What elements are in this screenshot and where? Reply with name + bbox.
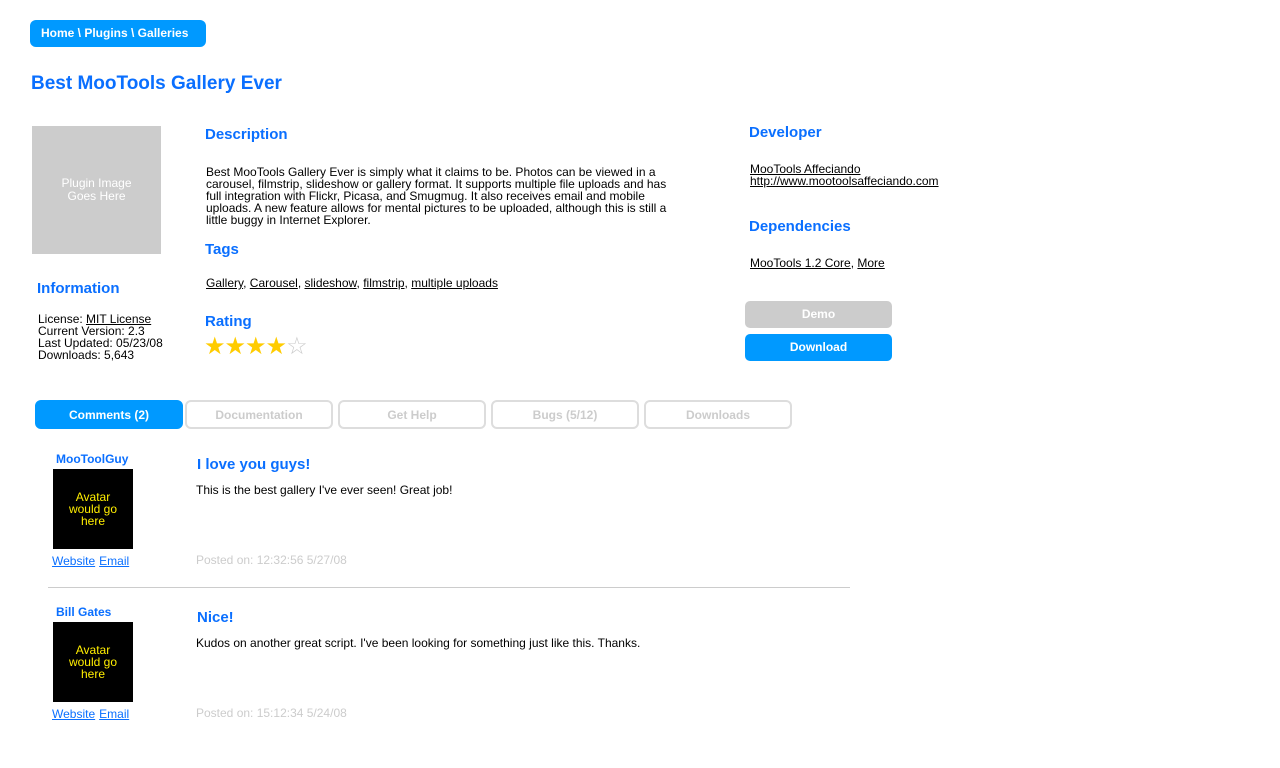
download-count: Downloads: 5,643 bbox=[38, 348, 135, 362]
tags-list: Gallery, Carousel, slideshow, filmstrip,… bbox=[206, 276, 498, 290]
comment-timestamp: Posted on: 15:12:34 5/24/08 bbox=[196, 706, 347, 720]
tag-link[interactable]: slideshow bbox=[305, 276, 357, 290]
star-filled-icon[interactable]: ★ bbox=[266, 333, 287, 360]
tags-heading: Tags bbox=[205, 241, 239, 258]
information-list: License: MIT License Current Version: 2.… bbox=[38, 313, 163, 361]
tab-bugs[interactable]: Bugs (5/12) bbox=[491, 400, 639, 429]
tag-link[interactable]: Carousel bbox=[250, 276, 298, 290]
avatar: Avatar would go here bbox=[53, 469, 133, 549]
author-email-link[interactable]: Email bbox=[99, 554, 129, 568]
tab-get-help[interactable]: Get Help bbox=[338, 400, 486, 429]
avatar-placeholder-text: Avatar would go here bbox=[68, 643, 118, 681]
star-empty-icon[interactable]: ☆ bbox=[286, 333, 307, 360]
developer-info: MooTools Affeciando http://www.mootoolsa… bbox=[750, 163, 939, 187]
developer-url-link[interactable]: http://www.mootoolsaffeciando.com bbox=[750, 175, 939, 187]
breadcrumb[interactable]: Home \ Plugins \ Galleries bbox=[30, 20, 206, 47]
dependencies-list: MooTools 1.2 Core, More bbox=[750, 256, 885, 270]
comment-author[interactable]: MooToolGuy bbox=[56, 452, 128, 466]
developer-heading: Developer bbox=[749, 124, 822, 141]
star-filled-icon[interactable]: ★ bbox=[225, 333, 246, 360]
rating-heading: Rating bbox=[205, 313, 252, 330]
author-website-link[interactable]: Website bbox=[52, 707, 95, 721]
description-heading: Description bbox=[205, 126, 288, 143]
avatar: Avatar would go here bbox=[53, 622, 133, 702]
plugin-image-label: Plugin Image Goes Here bbox=[61, 176, 132, 203]
comment-body: Kudos on another great script. I've been… bbox=[196, 636, 641, 650]
tag-link[interactable]: filmstrip bbox=[363, 276, 404, 290]
star-filled-icon[interactable]: ★ bbox=[245, 333, 266, 360]
tag-link[interactable]: multiple uploads bbox=[411, 276, 498, 290]
avatar-placeholder-text: Avatar would go here bbox=[68, 490, 118, 528]
page-title: Best MooTools Gallery Ever bbox=[31, 73, 282, 94]
information-heading: Information bbox=[37, 280, 120, 297]
comment-title: Nice! bbox=[197, 609, 234, 626]
star-filled-icon[interactable]: ★ bbox=[204, 333, 225, 360]
tab-downloads[interactable]: Downloads bbox=[644, 400, 792, 429]
dependencies-heading: Dependencies bbox=[749, 218, 851, 235]
author-email-link[interactable]: Email bbox=[99, 707, 129, 721]
comment-author[interactable]: Bill Gates bbox=[56, 605, 111, 619]
comment-divider bbox=[48, 587, 850, 588]
rating-stars[interactable]: ★★★★☆ bbox=[204, 333, 308, 360]
description-text: Best MooTools Gallery Ever is simply wha… bbox=[206, 165, 667, 227]
tag-link[interactable]: Gallery bbox=[206, 276, 243, 290]
comment-timestamp: Posted on: 12:32:56 5/27/08 bbox=[196, 553, 347, 567]
author-website-link[interactable]: Website bbox=[52, 554, 95, 568]
comment-author-links: Website Email bbox=[52, 707, 133, 721]
demo-button[interactable]: Demo bbox=[745, 301, 892, 328]
comment-author-links: Website Email bbox=[52, 554, 133, 568]
plugin-image: Plugin Image Goes Here bbox=[32, 126, 161, 254]
tab-comments[interactable]: Comments (2) bbox=[35, 400, 183, 429]
comment-title: I love you guys! bbox=[197, 456, 311, 473]
tab-documentation[interactable]: Documentation bbox=[185, 400, 333, 429]
dependency-link[interactable]: MooTools 1.2 Core bbox=[750, 256, 851, 270]
dependency-link[interactable]: More bbox=[857, 256, 884, 270]
comment-body: This is the best gallery I've ever seen!… bbox=[196, 483, 453, 497]
download-button[interactable]: Download bbox=[745, 334, 892, 361]
